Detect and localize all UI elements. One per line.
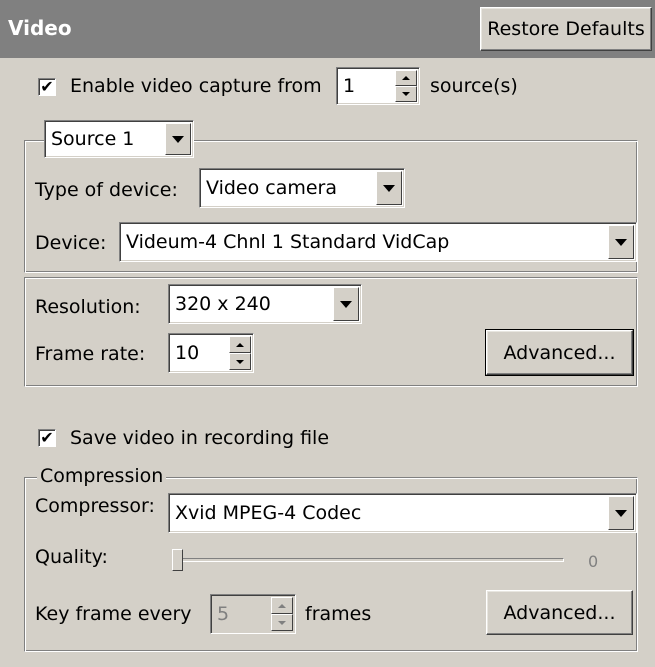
chevron-down-icon[interactable]: [333, 287, 359, 321]
video-settings-panel: Video Restore Defaults ✔ Enable video ca…: [0, 0, 655, 667]
source-count-stepper[interactable]: 1: [336, 67, 420, 105]
save-video-checkbox[interactable]: ✔: [38, 429, 56, 447]
format-advanced-button[interactable]: Advanced...: [485, 329, 634, 376]
source-select-value: Source 1: [51, 128, 135, 150]
device-select[interactable]: Videum-4 Chnl 1 Standard VidCap: [119, 222, 637, 262]
resolution-value: 320 x 240: [175, 293, 271, 315]
enable-capture-label: Enable video capture from: [70, 75, 322, 97]
chevron-down-icon[interactable]: [608, 496, 634, 530]
spin-up-icon[interactable]: [395, 70, 417, 86]
device-label: Device:: [35, 232, 107, 254]
format-advanced-label: Advanced...: [503, 341, 616, 364]
quality-slider-track[interactable]: [172, 558, 564, 562]
spin-down-icon[interactable]: [395, 86, 417, 102]
compression-advanced-button[interactable]: Advanced...: [486, 590, 633, 635]
quality-value: 0: [588, 552, 599, 571]
save-video-label: Save video in recording file: [70, 427, 330, 449]
device-value: Videum-4 Chnl 1 Standard VidCap: [126, 231, 450, 253]
chevron-down-icon[interactable]: [165, 123, 191, 155]
check-mark-icon: ✔: [40, 77, 54, 96]
frame-rate-label: Frame rate:: [35, 343, 146, 365]
compressor-select[interactable]: Xvid MPEG-4 Codec: [168, 493, 637, 533]
source-select[interactable]: Source 1: [44, 120, 194, 158]
compression-legend: Compression: [37, 465, 167, 487]
quality-label: Quality:: [35, 546, 108, 568]
enable-capture-checkbox[interactable]: ✔: [38, 78, 56, 96]
source-suffix-label: source(s): [430, 75, 518, 97]
resolution-label: Resolution:: [35, 296, 141, 318]
device-type-select[interactable]: Video camera: [199, 168, 405, 208]
keyframe-label: Key frame every: [35, 603, 192, 625]
restore-defaults-button[interactable]: Restore Defaults: [480, 7, 652, 51]
device-type-label: Type of device:: [35, 179, 178, 201]
spin-up-icon[interactable]: [271, 597, 293, 614]
keyframe-stepper[interactable]: 5: [210, 594, 296, 634]
frame-rate-value: 10: [175, 342, 200, 364]
compressor-label: Compressor:: [35, 495, 155, 517]
quality-slider-thumb[interactable]: [172, 549, 183, 571]
chevron-down-icon[interactable]: [608, 225, 634, 259]
keyframe-value: 5: [217, 603, 230, 625]
device-type-value: Video camera: [206, 177, 338, 199]
compression-advanced-label: Advanced...: [503, 601, 616, 624]
source-count-value: 1: [343, 75, 356, 97]
compressor-value: Xvid MPEG-4 Codec: [175, 502, 362, 524]
resolution-select[interactable]: 320 x 240: [168, 284, 362, 324]
spin-down-icon[interactable]: [271, 614, 293, 631]
keyframe-suffix-label: frames: [305, 603, 372, 625]
section-title: Video: [8, 16, 72, 40]
frame-rate-stepper[interactable]: 10: [168, 333, 254, 373]
check-mark-icon: ✔: [40, 428, 54, 447]
chevron-down-icon[interactable]: [376, 171, 402, 205]
spin-down-icon[interactable]: [229, 353, 251, 370]
restore-defaults-label: Restore Defaults: [487, 18, 645, 40]
spin-up-icon[interactable]: [229, 336, 251, 353]
